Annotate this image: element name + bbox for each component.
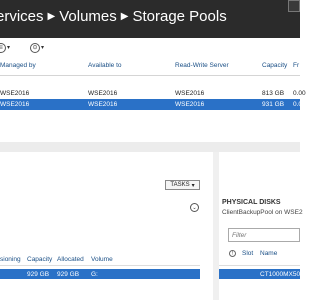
cell-volume: G: <box>91 271 98 278</box>
breadcrumb-item-volumes[interactable]: Volumes <box>59 8 117 25</box>
view-menu-button[interactable]: ≡ ▾ <box>0 42 10 53</box>
warning-icon: ! <box>229 250 236 257</box>
chevron-down-icon: ▾ <box>7 45 11 51</box>
chevron-down-icon: ▾ <box>191 182 195 189</box>
breadcrumb-item-storage-pools[interactable]: Storage Pools <box>132 8 226 25</box>
table-row-selected[interactable]: WSE2016 WSE2016 WSE2016 931 GB 0.00 <box>0 99 306 110</box>
collapse-icon[interactable]: ⌄ <box>190 203 199 212</box>
column-header-capacity[interactable]: Capacity <box>27 256 52 263</box>
cell-free: 0.00 <box>293 90 306 97</box>
cell-name: CT1000MX500 <box>260 271 304 278</box>
list-view-icon: ≡ <box>0 42 6 53</box>
chevron-down-icon: ▾ <box>41 45 45 51</box>
physical-disks-subtitle: ClientBackupPool on WSE2 <box>222 209 303 216</box>
filter-input[interactable]: Filter <box>228 228 300 242</box>
cell-allocated: 929 GB <box>57 271 80 278</box>
column-header-capacity[interactable]: Capacity <box>262 62 287 69</box>
cell-managed-by: WSE2016 <box>0 90 30 97</box>
column-header-slot[interactable]: Slot <box>242 250 253 257</box>
column-header-read-write-server[interactable]: Read-Write Server <box>175 62 229 69</box>
filter-options-icon: ⊙ <box>30 42 40 53</box>
table-row-selected[interactable]: CT1000MX500 <box>219 269 304 279</box>
cell-capacity: 931 GB <box>262 101 285 108</box>
column-header-available-to[interactable]: Available to <box>88 62 122 69</box>
breadcrumb-item-services[interactable]: ervices <box>0 8 44 25</box>
cell-capacity: 813 GB <box>262 90 285 97</box>
pools-table-header: Managed by Available to Read-Write Serve… <box>0 58 300 76</box>
physical-disks-title: PHYSICAL DISKS <box>222 199 281 206</box>
column-header-provisioning[interactable]: sioning <box>0 256 21 263</box>
cell-rw-server: WSE2016 <box>175 90 205 97</box>
title-bar: ervices ▶ Volumes ▶ Storage Pools <box>0 0 300 38</box>
column-header-volume[interactable]: Volume <box>91 256 113 263</box>
column-header-managed-by[interactable]: Managed by <box>0 62 36 69</box>
tasks-label: TASKS <box>170 182 190 188</box>
cell-available-to: WSE2016 <box>88 90 118 97</box>
column-header-name[interactable]: Name <box>260 250 277 257</box>
cell-free: 0.00 <box>293 101 306 108</box>
cell-available-to: WSE2016 <box>88 101 118 108</box>
breadcrumb-separator-icon: ▶ <box>120 11 129 22</box>
column-header-allocated[interactable]: Allocated <box>57 256 84 263</box>
filter-menu-button[interactable]: ⊙ ▾ <box>30 42 44 53</box>
column-header-free[interactable]: Fr <box>293 62 299 69</box>
table-row[interactable]: WSE2016 WSE2016 WSE2016 813 GB 0.00 <box>0 88 306 99</box>
breadcrumb: ervices ▶ Volumes ▶ Storage Pools <box>0 8 227 25</box>
tasks-button[interactable]: TASKS ▾ <box>165 180 200 190</box>
header-divider <box>219 265 300 266</box>
cell-managed-by: WSE2016 <box>0 101 30 108</box>
header-divider <box>0 265 200 266</box>
window-button[interactable] <box>288 0 300 12</box>
section-divider <box>0 142 300 152</box>
breadcrumb-separator-icon: ▶ <box>47 11 56 22</box>
table-row-selected[interactable]: 929 GB 929 GB G: <box>0 269 200 279</box>
toolbar: ≡ ▾ ⊙ ▾ <box>0 38 300 58</box>
cell-rw-server: WSE2016 <box>175 101 205 108</box>
cell-capacity: 929 GB <box>27 271 50 278</box>
